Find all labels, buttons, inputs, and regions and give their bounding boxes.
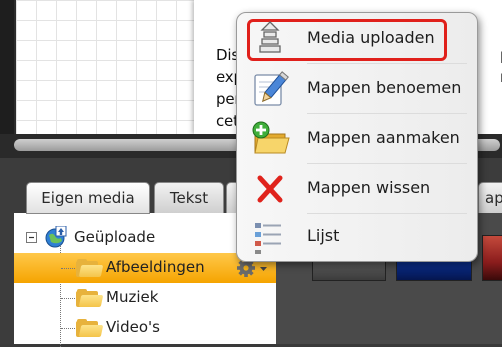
tree-connector [61, 298, 77, 299]
folder-icon [76, 289, 104, 307]
tree-connector [61, 268, 77, 269]
tree-item-muziek[interactable]: Muziek [14, 283, 276, 313]
tab-eigen-media[interactable]: Eigen media [26, 182, 150, 214]
editor-left-strip [0, 0, 14, 140]
tree-item-videos[interactable]: Video's [14, 313, 276, 343]
menu-item-label: Lijst [307, 226, 340, 245]
globe-upload-icon [45, 226, 67, 248]
menu-item-mappen-aanmaken[interactable]: Mappen aanmaken [237, 115, 477, 163]
menu-item-label: Mappen benoemen [307, 78, 462, 97]
menu-item-label: Mappen wissen [307, 178, 431, 197]
list-view-icon [255, 223, 281, 254]
context-menu: Media uploaden Mappen benoemen Mappen aa… [236, 12, 478, 262]
tree-item-label: Video's [106, 318, 160, 336]
tree-root-label: Geüploade [74, 228, 156, 246]
menu-item-lijst[interactable]: Lijst [237, 213, 477, 261]
menu-divider [307, 113, 467, 114]
upload-icon [259, 21, 281, 53]
delete-x-icon [257, 175, 283, 203]
new-folder-icon [252, 121, 290, 154]
tab-partial-right[interactable]: ap [478, 182, 502, 214]
tab-tekst[interactable]: Tekst [154, 182, 224, 214]
tree-item-label: Muziek [106, 288, 159, 306]
menu-divider [307, 63, 467, 64]
folder-icon [76, 259, 104, 277]
menu-divider [307, 163, 467, 164]
menu-item-label: Media uploaden [307, 28, 435, 47]
media-thumbnail[interactable] [482, 235, 502, 281]
menu-item-media-uploaden[interactable]: Media uploaden [237, 15, 477, 63]
folder-icon [76, 319, 104, 337]
menu-item-label: Mappen aanmaken [307, 128, 460, 147]
collapse-icon[interactable] [26, 232, 37, 243]
menu-item-mappen-wissen[interactable]: Mappen wissen [237, 165, 477, 213]
menu-item-mappen-benoemen[interactable]: Mappen benoemen [237, 65, 477, 113]
tree-connector [61, 328, 77, 329]
rename-pencil-icon [254, 71, 289, 106]
tree-item-label: Afbeeldingen [106, 258, 205, 276]
